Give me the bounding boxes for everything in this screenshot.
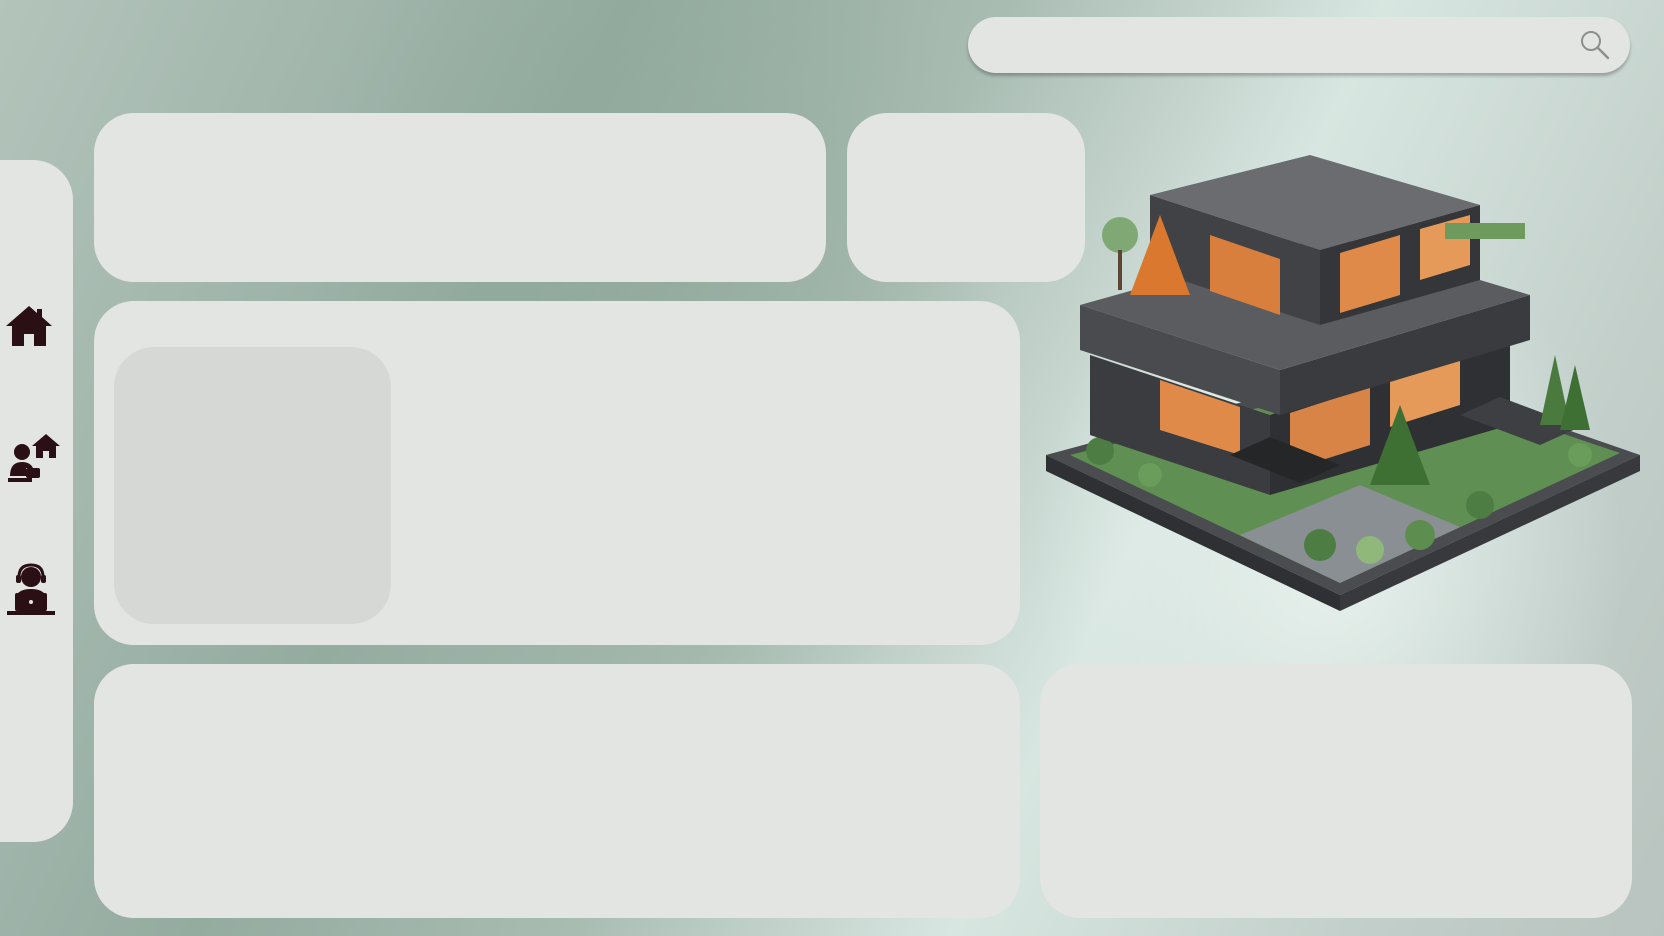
agent-house-icon[interactable] [6, 432, 64, 484]
search-input[interactable] [992, 27, 1556, 65]
search-bar [968, 17, 1630, 73]
home-icon[interactable] [4, 304, 54, 348]
search-icon[interactable] [1578, 28, 1612, 62]
card-bottom-right [1040, 664, 1632, 918]
modern-house-illustration [1046, 155, 1640, 611]
sidebar [0, 160, 73, 842]
card-top-wide [94, 113, 826, 282]
card-bottom-left [94, 664, 1020, 918]
support-agent-laptop-icon[interactable] [5, 563, 57, 617]
card-middle-thumbnail [114, 347, 391, 624]
